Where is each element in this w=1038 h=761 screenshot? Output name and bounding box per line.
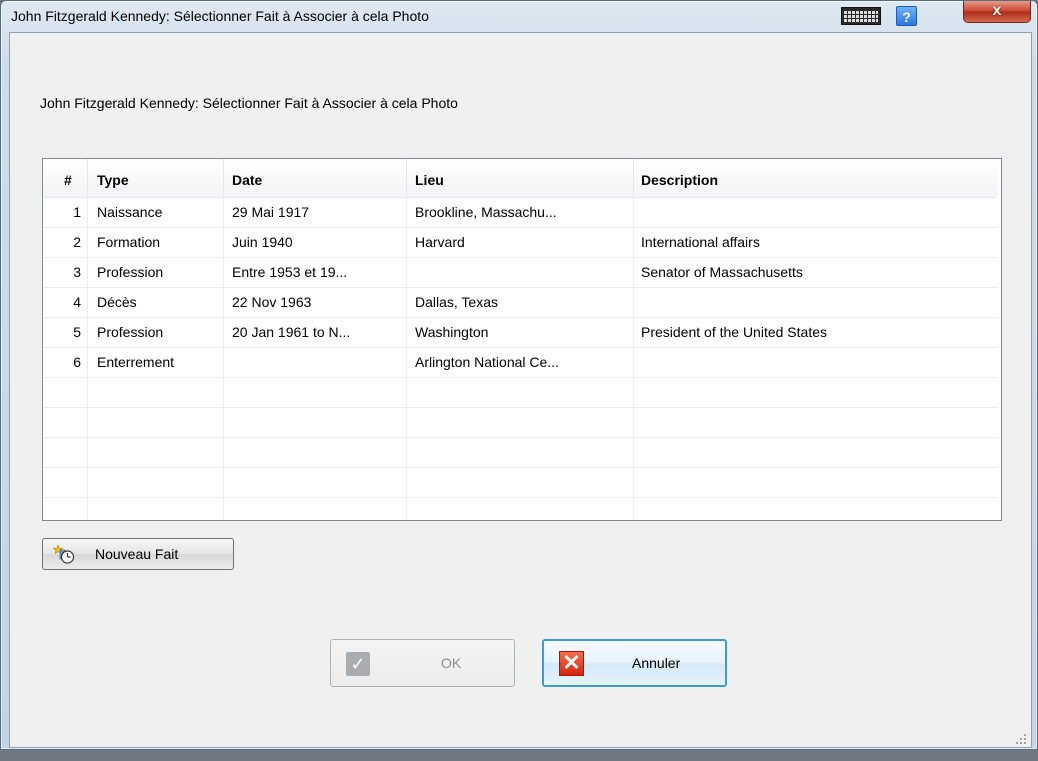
cell-number: 3	[73, 264, 81, 280]
dialog-heading: John Fitzgerald Kennedy: Sélectionner Fa…	[40, 95, 458, 111]
cell-number: 2	[73, 234, 81, 250]
facts-table[interactable]: # Type Date Lieu Description 1 Naissance 2…	[42, 158, 1002, 521]
table-row[interactable]: 1 Naissance 29 Mai 1917 Brookline, Massachu…	[43, 197, 998, 228]
cell-type: Enterrement	[97, 354, 175, 370]
cell-date: 29 Mai 1917	[232, 204, 310, 220]
cell-description	[641, 287, 991, 317]
empty-table-row[interactable]	[43, 437, 998, 468]
cell-description: International affairs	[641, 234, 760, 250]
table-row[interactable]: 2 Formation Juin 1940 Harvard International …	[43, 227, 998, 258]
cell-type: Décès	[97, 294, 137, 310]
dialog-body: John Fitzgerald Kennedy: Sélectionner Fa…	[9, 32, 1032, 748]
cell-date: 20 Jan 1961 to N...	[232, 324, 351, 340]
cell-number: 6	[73, 354, 81, 370]
column-header-place[interactable]: Lieu	[415, 159, 444, 197]
cell-date: Juin 1940	[232, 234, 293, 250]
empty-table-row[interactable]	[43, 407, 998, 438]
cell-place	[415, 257, 631, 287]
table-header: # Type Date Lieu Description	[43, 159, 998, 198]
cell-place: Brookline, Massachu...	[415, 204, 557, 220]
cell-number: 1	[73, 204, 81, 220]
column-header-date[interactable]: Date	[232, 159, 262, 197]
table-row[interactable]: 6 Enterrement Arlington National Ce...	[43, 347, 998, 378]
cell-description: Senator of Massachusetts	[641, 264, 803, 280]
cell-place: Harvard	[415, 234, 465, 250]
cell-place: Dallas, Texas	[415, 294, 499, 310]
ok-label: OK	[441, 655, 462, 671]
new-fact-label: Nouveau Fait	[95, 546, 179, 562]
dialog-window: John Fitzgerald Kennedy: Sélectionner Fa…	[0, 0, 1038, 750]
cell-type: Profession	[97, 264, 164, 280]
ok-button[interactable]: ✓ OK	[330, 639, 515, 687]
cell-number: 4	[73, 294, 81, 310]
column-header-number[interactable]: #	[64, 159, 72, 197]
title-bar[interactable]: John Fitzgerald Kennedy: Sélectionner Fa…	[1, 1, 1037, 31]
keyboard-icon[interactable]	[841, 7, 881, 25]
cell-type: Naissance	[97, 204, 163, 220]
cell-description	[641, 347, 991, 377]
cell-date	[232, 347, 404, 377]
new-fact-button[interactable]: Nouveau Fait	[42, 538, 234, 570]
cell-type: Profession	[97, 324, 164, 340]
cell-date: 22 Nov 1963	[232, 294, 312, 310]
table-row[interactable]: 4 Décès 22 Nov 1963 Dallas, Texas	[43, 287, 998, 318]
cell-description	[641, 197, 991, 227]
table-row[interactable]: 3 Profession Entre 1953 et 19... Senator of…	[43, 257, 998, 288]
empty-table-row[interactable]	[43, 497, 998, 520]
cell-place: Washington	[415, 324, 489, 340]
column-header-type[interactable]: Type	[97, 159, 129, 197]
empty-table-row[interactable]	[43, 467, 998, 498]
cancel-button[interactable]: ✕ Annuler	[542, 639, 727, 687]
cell-description: President of the United States	[641, 324, 827, 340]
cancel-x-icon: ✕	[559, 651, 584, 676]
cell-place: Arlington National Ce...	[415, 354, 559, 370]
help-icon[interactable]: ?	[896, 6, 917, 26]
close-button[interactable]: x	[963, 1, 1031, 23]
column-header-description[interactable]: Description	[641, 159, 718, 197]
cancel-label: Annuler	[632, 655, 681, 671]
empty-table-row[interactable]	[43, 377, 998, 408]
new-fact-icon	[53, 544, 75, 564]
cell-number: 5	[73, 324, 81, 340]
resize-grip-icon[interactable]	[1015, 733, 1027, 745]
cell-type: Formation	[97, 234, 161, 250]
table-row[interactable]: 5 Profession 20 Jan 1961 to N... Washington…	[43, 317, 998, 348]
window-title: John Fitzgerald Kennedy: Sélectionner Fa…	[11, 8, 429, 24]
checkmark-icon: ✓	[346, 652, 370, 676]
cell-date: Entre 1953 et 19...	[232, 264, 348, 280]
